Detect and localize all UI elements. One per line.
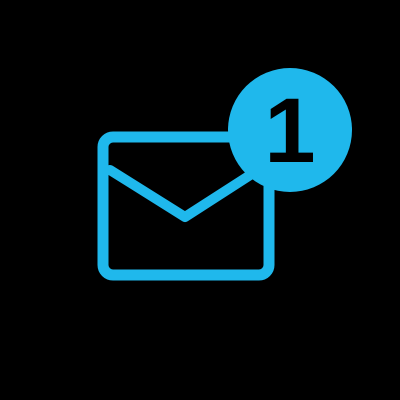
mail-notification-canvas: 1 [0, 0, 400, 400]
envelope-flap [105, 165, 263, 222]
badge-count: 1 [264, 80, 316, 182]
envelope-icon[interactable] [0, 0, 400, 400]
notification-badge[interactable]: 1 [228, 68, 352, 192]
